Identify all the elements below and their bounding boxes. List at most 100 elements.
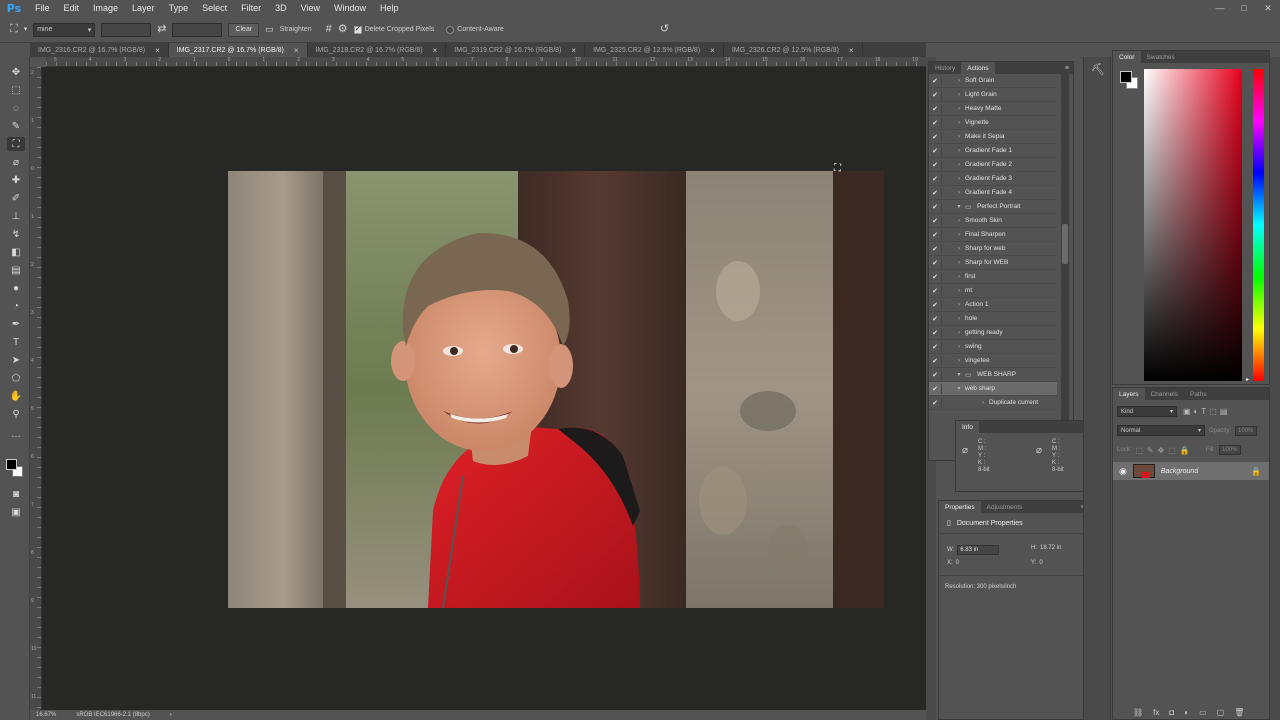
new-group-icon[interactable]: ▭ [1199,708,1207,717]
toggle-check-icon[interactable]: ✔ [929,357,941,365]
opacity-field[interactable]: 100% [1235,425,1258,436]
hand-tool-icon[interactable]: ✋ [7,389,25,403]
toggle-check-icon[interactable]: ✔ [929,231,941,239]
toggle-check-icon[interactable]: ✔ [929,371,941,379]
toggle-check-icon[interactable]: ✔ [929,105,941,113]
crop-tool-icon[interactable]: ⛶ [10,24,18,35]
action-item[interactable]: ✔ › swing [929,340,1057,354]
height-field[interactable]: 18.72 in [1040,545,1061,551]
collapsed-arrow-icon[interactable]: › [953,92,965,98]
panel-menu-icon[interactable]: ≡ [1065,65,1073,72]
action-item[interactable]: ✔ › Sharp for web [929,242,1057,256]
undo-reset-icon[interactable]: ↺ [660,24,669,35]
action-item[interactable]: ✔ › vingetee [929,354,1057,368]
dialog-toggle[interactable] [941,145,953,156]
lasso-tool-icon[interactable]: ◌ [7,101,25,115]
action-item[interactable]: ✔ › Vignette [929,116,1057,130]
crop-width-input[interactable] [101,22,152,37]
tab-info[interactable]: Info [956,421,979,433]
pen-tool-icon[interactable]: ✒ [7,317,25,331]
action-item[interactable]: ✔ › first [929,270,1057,284]
fill-field[interactable]: 100% [1219,445,1242,455]
dialog-toggle[interactable] [941,103,953,114]
collapsed-arrow-icon[interactable]: › [953,288,965,294]
toggle-check-icon[interactable]: ✔ [929,301,941,309]
toggle-check-icon[interactable]: ✔ [929,343,941,351]
brush-tool-icon[interactable]: ✐ [7,191,25,205]
dialog-toggle[interactable] [941,89,953,100]
menu-view[interactable]: View [294,3,327,13]
collapsed-arrow-icon[interactable]: › [953,232,965,238]
collapsed-arrow-icon[interactable]: › [953,344,965,350]
lock-icons[interactable]: ⬚✎✥⬚🔒 [1135,446,1193,455]
close-tab-icon[interactable]: × [849,46,854,55]
tab-history[interactable]: History [929,62,961,74]
close-tab-icon[interactable]: × [571,46,576,55]
menu-file[interactable]: File [28,3,57,13]
path-select-tool-icon[interactable]: ➤ [7,353,25,367]
toggle-check-icon[interactable]: ✔ [929,329,941,337]
swap-icon[interactable]: ⇄ [157,24,166,35]
collapsed-arrow-icon[interactable]: › [953,302,965,308]
menu-layer[interactable]: Layer [125,3,162,13]
action-item[interactable]: ✔ › Sharp for WEB [929,256,1057,270]
action-item[interactable]: ✔ › Final Sharpen [929,228,1057,242]
collapsed-arrow-icon[interactable]: › [953,260,965,266]
collapsed-arrow-icon[interactable]: › [953,162,965,168]
crop-tool-icon[interactable]: ⛶ [7,137,25,151]
new-layer-icon[interactable]: ▢ [1217,708,1225,717]
collapsed-arrow-icon[interactable]: › [953,120,965,126]
expanded-arrow-icon[interactable]: ▾ [953,371,965,378]
crop-preset-select[interactable]: mine ▾ [33,22,96,37]
action-item[interactable]: ✔ › Gradient Fade 4 [929,186,1057,200]
toggle-check-icon[interactable]: ✔ [929,315,941,323]
action-item[interactable]: ✔ › Action 1 [929,298,1057,312]
gear-icon[interactable]: ⚙ [338,24,348,35]
add-mask-icon[interactable]: ◘ [1169,708,1174,717]
tab-actions[interactable]: Actions [961,62,995,74]
dialog-toggle[interactable] [941,215,953,226]
adjustment-layer-icon[interactable]: ◐ [1184,708,1189,717]
layer-filter-icons[interactable]: ▣◐T⬚▤ [1183,407,1230,416]
toggle-check-icon[interactable]: ✔ [929,203,941,211]
zoom-level[interactable]: 16.67% [36,712,56,718]
action-item[interactable]: ✔ ▾ ▭ Perfect Portrait [929,200,1057,214]
x-field[interactable]: 0 [956,560,959,566]
dialog-toggle[interactable] [941,285,953,296]
expanded-arrow-icon[interactable]: ▾ [953,203,965,210]
document-photo[interactable] [228,171,884,608]
action-item[interactable]: ✔ › getting ready [929,326,1057,340]
menu-help[interactable]: Help [373,3,406,13]
dialog-toggle[interactable] [941,243,953,254]
document-tab[interactable]: IMG_2325.CR2 @ 12.5% (RGB/8) × [585,43,724,57]
dialog-toggle[interactable] [941,229,953,240]
eraser-tool-icon[interactable]: ◧ [7,245,25,259]
action-item[interactable]: ✔ › Gradient Fade 1 [929,144,1057,158]
dialog-toggle[interactable] [941,383,953,394]
dialog-toggle[interactable] [941,313,953,324]
tab-channels[interactable]: Channels [1145,388,1184,400]
collapsed-arrow-icon[interactable]: › [953,246,965,252]
toggle-check-icon[interactable]: ✔ [929,119,941,127]
dialog-toggle[interactable] [941,397,953,408]
tab-paths[interactable]: Paths [1184,388,1213,400]
dialog-toggle[interactable] [941,75,953,86]
dialog-toggle[interactable] [941,117,953,128]
close-tab-icon[interactable]: × [294,46,299,55]
kind-filter-select[interactable]: Kind ▾ [1117,406,1177,417]
toggle-check-icon[interactable]: ✔ [929,91,941,99]
chevron-down-icon[interactable]: ▾ [24,26,28,33]
menu-image[interactable]: Image [86,3,125,13]
menu-3d[interactable]: 3D [268,3,294,13]
close-tab-icon[interactable]: × [155,46,160,55]
action-item[interactable]: ✔ › Light Grain [929,88,1057,102]
grid-overlay-icon[interactable]: # [326,24,332,35]
dialog-toggle[interactable] [941,159,953,170]
toggle-check-icon[interactable]: ✔ [929,77,941,85]
document-tab[interactable]: IMG_2317.CR2 @ 16.7% (RGB/8) × [168,43,308,57]
dialog-toggle[interactable] [941,131,953,142]
canvas[interactable]: ⛶ [42,67,926,710]
status-arrow-icon[interactable]: › [170,712,172,718]
brush-presets-icon[interactable]: ⛏ [1091,63,1105,76]
trash-icon[interactable]: 🗑 [1234,708,1244,717]
